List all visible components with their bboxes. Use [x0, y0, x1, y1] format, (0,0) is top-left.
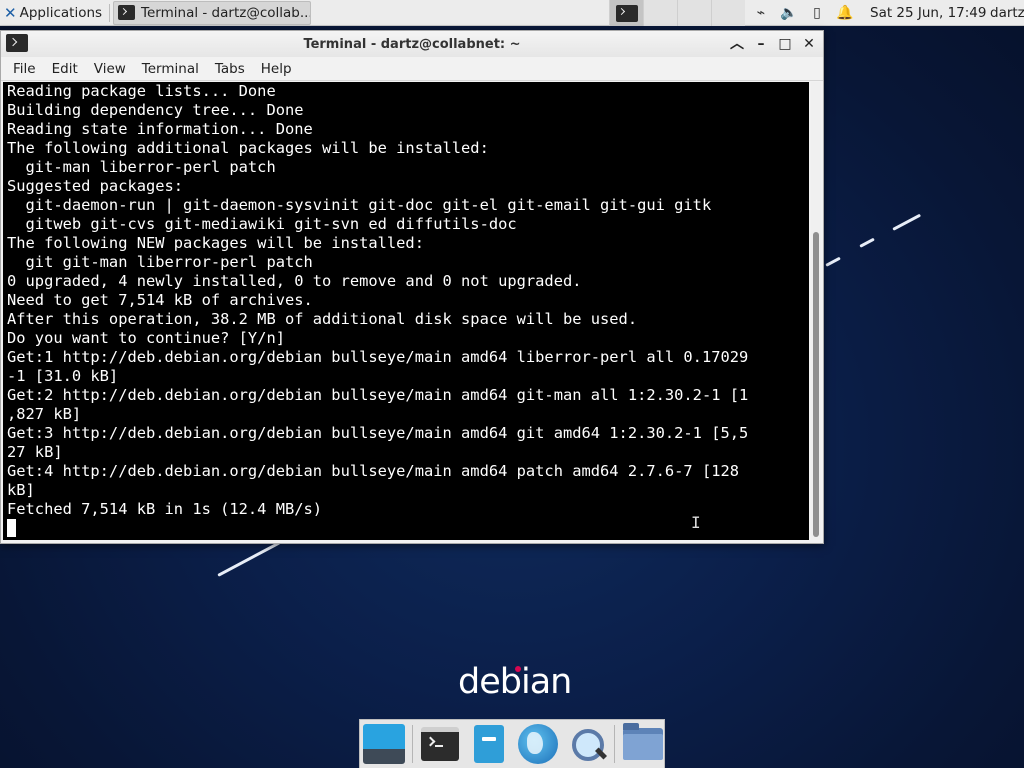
terminal-line: 0 upgraded, 4 newly installed, 0 to remo…: [7, 272, 582, 290]
close-button[interactable]: ✕: [799, 34, 819, 54]
maximize-button[interactable]: □: [775, 34, 795, 54]
menu-view[interactable]: View: [86, 61, 134, 77]
terminal-line: Building dependency tree... Done: [7, 101, 304, 119]
applications-menu[interactable]: ✕ Applications: [0, 0, 106, 26]
terminal-line: Get:1 http://deb.debian.org/debian bulls…: [7, 348, 749, 366]
clock[interactable]: Sat 25 Jun, 17:49: [870, 0, 986, 26]
top-panel: ✕ Applications Terminal - dartz@collab..…: [0, 0, 1024, 26]
wallpaper-streak: [892, 213, 922, 231]
terminal-scrollbar[interactable]: [811, 82, 821, 540]
scrollbar-thumb[interactable]: [813, 232, 819, 537]
minimize-button[interactable]: –: [751, 34, 771, 54]
window-title: Terminal - dartz@collabnet: ~: [303, 36, 521, 52]
terminal-output[interactable]: Reading package lists... Done Building d…: [3, 82, 809, 540]
home-folder-launcher[interactable]: [621, 722, 664, 766]
terminal-line: Get:4 http://deb.debian.org/debian bulls…: [7, 462, 740, 480]
file-manager-launcher[interactable]: [468, 722, 511, 766]
network-icon[interactable]: ⌁: [752, 5, 770, 21]
user-menu[interactable]: dartz: [990, 0, 1024, 26]
file-manager-icon: [474, 725, 505, 763]
terminal-line: gitweb git-cvs git-mediawiki git-svn ed …: [7, 215, 517, 233]
shade-button[interactable]: ︿: [727, 34, 747, 54]
terminal-line: Get:3 http://deb.debian.org/debian bulls…: [7, 424, 749, 442]
volume-icon[interactable]: 🔈: [780, 5, 798, 21]
show-desktop-button[interactable]: [363, 722, 406, 766]
terminal-line: Reading package lists... Done: [7, 82, 276, 100]
menu-file[interactable]: File: [5, 61, 44, 77]
web-browser-icon: [517, 724, 558, 764]
menu-terminal[interactable]: Terminal: [134, 61, 207, 77]
taskbar-terminal-title: Terminal - dartz@collab...: [141, 4, 312, 21]
menu-tabs[interactable]: Tabs: [207, 61, 253, 77]
dock-separator: [614, 725, 616, 763]
terminal-line: The following additional packages will b…: [7, 139, 489, 157]
terminal-line: Suggested packages:: [7, 177, 184, 195]
wallpaper-streak: [217, 541, 281, 577]
applications-label: Applications: [19, 4, 103, 21]
debian-logo-dot: [515, 666, 521, 672]
terminal-line: git-daemon-run | git-daemon-sysvinit git…: [7, 196, 712, 214]
terminal-line: git-man liberror-perl patch: [7, 158, 276, 176]
text-cursor-icon: I: [691, 513, 701, 532]
terminal-icon[interactable]: [6, 34, 28, 52]
terminal-line: Need to get 7,514 kB of archives.: [7, 291, 313, 309]
terminal-line: git git-man liberror-perl patch: [7, 253, 313, 271]
menu-help[interactable]: Help: [253, 61, 300, 77]
app-finder-launcher[interactable]: [565, 722, 608, 766]
wallpaper-streak: [825, 256, 841, 267]
terminal-line: -1 [31.0 kB]: [7, 367, 119, 385]
terminal-line: Do you want to continue? [Y/n]: [7, 329, 285, 347]
menu-edit[interactable]: Edit: [44, 61, 86, 77]
terminal-line: Get:2 http://deb.debian.org/debian bulls…: [7, 386, 749, 404]
home-folder-icon: [622, 723, 663, 760]
terminal-line: kB]: [7, 481, 35, 499]
terminal-icon: [118, 5, 136, 20]
terminal-line: Reading state information... Done: [7, 120, 313, 138]
terminal-cursor: [7, 519, 16, 537]
workspace-3[interactable]: [677, 0, 711, 26]
window-controls: ︿ – □ ✕: [727, 34, 819, 54]
terminal-prompt-line: [7, 519, 809, 538]
xfce-logo-icon: ✕: [4, 3, 17, 22]
window-titlebar[interactable]: Terminal - dartz@collabnet: ~ ︿ – □ ✕: [1, 31, 823, 57]
notification-bell-icon[interactable]: 🔔: [836, 5, 854, 21]
terminal-window: Terminal - dartz@collabnet: ~ ︿ – □ ✕ Fi…: [0, 30, 824, 544]
show-desktop-icon: [363, 724, 406, 764]
dock-separator: [411, 725, 413, 763]
workspace-2[interactable]: [643, 0, 677, 26]
workspace-1[interactable]: [609, 0, 643, 26]
workspace-switcher: [609, 0, 745, 26]
terminal-line: ,827 kB]: [7, 405, 82, 423]
battery-icon[interactable]: ▯: [808, 5, 826, 21]
dock: [359, 719, 665, 768]
app-finder-icon: [570, 727, 604, 761]
workspace-4[interactable]: [711, 0, 745, 26]
system-tray: ⌁ 🔈 ▯ 🔔: [752, 0, 854, 26]
terminal-area: Reading package lists... Done Building d…: [1, 82, 823, 543]
terminal-line: Fetched 7,514 kB in 1s (12.4 MB/s): [7, 500, 323, 518]
terminal-line: The following NEW packages will be insta…: [7, 234, 424, 252]
terminal-line: After this operation, 38.2 MB of additio…: [7, 310, 638, 328]
terminal-launcher[interactable]: [419, 722, 462, 766]
wallpaper-streak: [859, 237, 875, 248]
terminal-line: 27 kB]: [7, 443, 63, 461]
web-browser-launcher[interactable]: [516, 722, 559, 766]
terminal-icon: [615, 4, 638, 22]
menu-bar: File Edit View Terminal Tabs Help: [1, 57, 823, 81]
terminal-icon: [421, 727, 460, 761]
panel-separator: [109, 3, 111, 22]
taskbar-terminal-button[interactable]: Terminal - dartz@collab...: [113, 0, 312, 25]
